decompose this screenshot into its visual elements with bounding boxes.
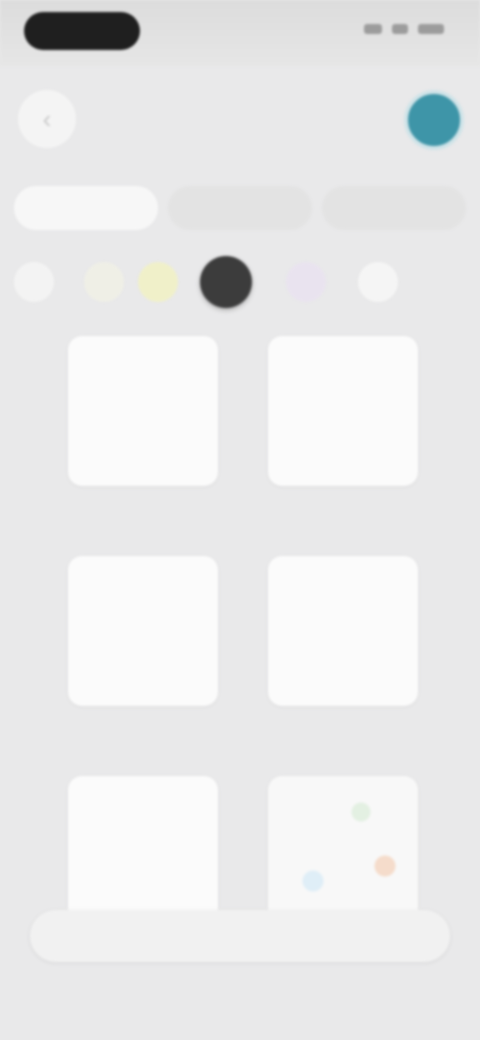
grid-thumbnail <box>268 556 418 706</box>
grid-thumbnail <box>68 776 218 926</box>
tab-bar <box>14 186 466 230</box>
grid-thumbnail <box>268 776 418 926</box>
battery-icon <box>418 24 444 34</box>
grid-item[interactable] <box>68 556 218 722</box>
grid-thumbnail <box>268 336 418 486</box>
swatch-lavender[interactable] <box>286 262 326 302</box>
swatch-yellow[interactable] <box>138 262 178 302</box>
wifi-icon <box>392 24 408 34</box>
tab-3[interactable] <box>322 186 466 230</box>
grid-item[interactable] <box>68 336 218 502</box>
tab-2[interactable] <box>168 186 312 230</box>
status-icons <box>364 22 444 36</box>
status-time-pill <box>24 12 140 50</box>
bottom-action-bar <box>30 910 450 962</box>
swatch-light[interactable] <box>358 262 398 302</box>
status-bar <box>0 0 480 66</box>
swatch-cream[interactable] <box>84 262 124 302</box>
avatar[interactable] <box>404 90 464 150</box>
header: ‹ <box>0 66 480 176</box>
signal-icon <box>364 24 382 34</box>
swatch-black[interactable] <box>200 256 252 308</box>
tab-1[interactable] <box>14 186 158 230</box>
chevron-left-icon: ‹ <box>42 103 52 134</box>
back-button[interactable]: ‹ <box>18 90 76 148</box>
grid-thumbnail <box>68 336 218 486</box>
grid-item[interactable] <box>268 556 418 722</box>
grid-thumbnail <box>68 556 218 706</box>
app-screen: ‹ <box>0 0 480 1040</box>
color-swatches <box>0 252 480 312</box>
swatch-white[interactable] <box>14 262 54 302</box>
grid-item[interactable] <box>268 336 418 502</box>
template-grid <box>0 330 480 926</box>
